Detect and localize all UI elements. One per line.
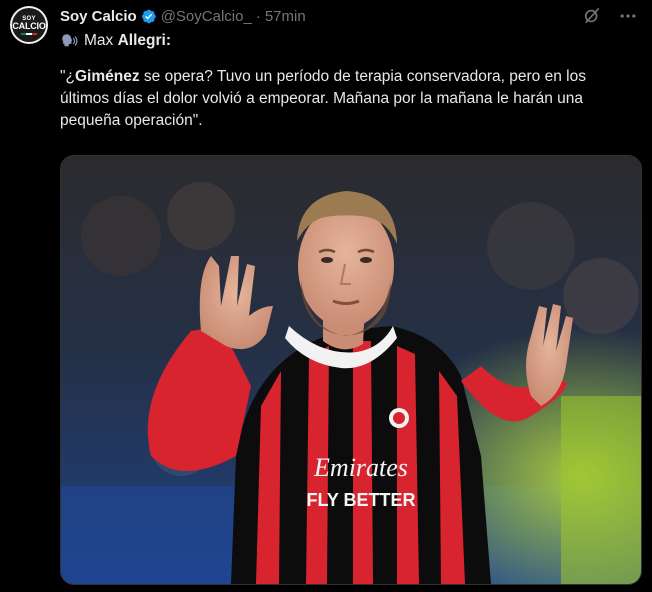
grok-icon[interactable] xyxy=(582,6,602,26)
handle[interactable]: @SoyCalcio_ xyxy=(161,8,252,25)
avatar[interactable]: SOY CALCIO xyxy=(10,6,48,44)
timestamp[interactable]: 57min xyxy=(265,8,306,25)
separator-dot: · xyxy=(255,7,261,25)
speaker-name: Allegri xyxy=(117,32,166,49)
display-name[interactable]: Soy Calcio xyxy=(60,8,137,25)
quote-line-1-rest: se opera? Tuvo un período de terapia con… xyxy=(139,68,586,85)
quote-bold-name: Giménez xyxy=(74,68,140,85)
shirt-sponsor-line1: Emirates xyxy=(313,453,408,482)
avatar-main-text: CALCIO xyxy=(12,20,46,31)
header-actions xyxy=(582,5,638,27)
tweet-photo[interactable]: Emirates FLY BETTER xyxy=(60,155,642,585)
quote-open: "¿ xyxy=(60,68,75,85)
quote-line-1: "¿Giménez se opera? Tuvo un período de t… xyxy=(60,66,645,88)
speaking-head-icon xyxy=(60,32,78,50)
avatar-flag xyxy=(21,32,37,35)
speaker-line: Max Allegri: xyxy=(60,30,645,52)
tweet-header: Soy Calcio @SoyCalcio_ · 57min xyxy=(60,5,638,27)
shirt-sponsor-line2: FLY BETTER xyxy=(306,490,415,510)
quote-line-2: últimos días el dolor volvió a empeorar.… xyxy=(60,90,584,107)
verified-badge-icon xyxy=(140,8,157,25)
more-options-icon[interactable] xyxy=(618,6,638,26)
avatar-logo: SOY CALCIO xyxy=(12,8,46,42)
quote-line-3: pequeña operación". xyxy=(60,112,203,129)
tweet-text: Max Allegri: "¿Giménez se opera? Tuvo un… xyxy=(60,30,645,132)
tweet-card: SOY CALCIO Soy Calcio @SoyCalcio_ · 57mi… xyxy=(0,0,652,592)
speaker-prefix: Max xyxy=(84,32,118,49)
speaker-suffix: : xyxy=(165,32,171,49)
player-photo-illustration: Emirates FLY BETTER xyxy=(61,156,641,584)
